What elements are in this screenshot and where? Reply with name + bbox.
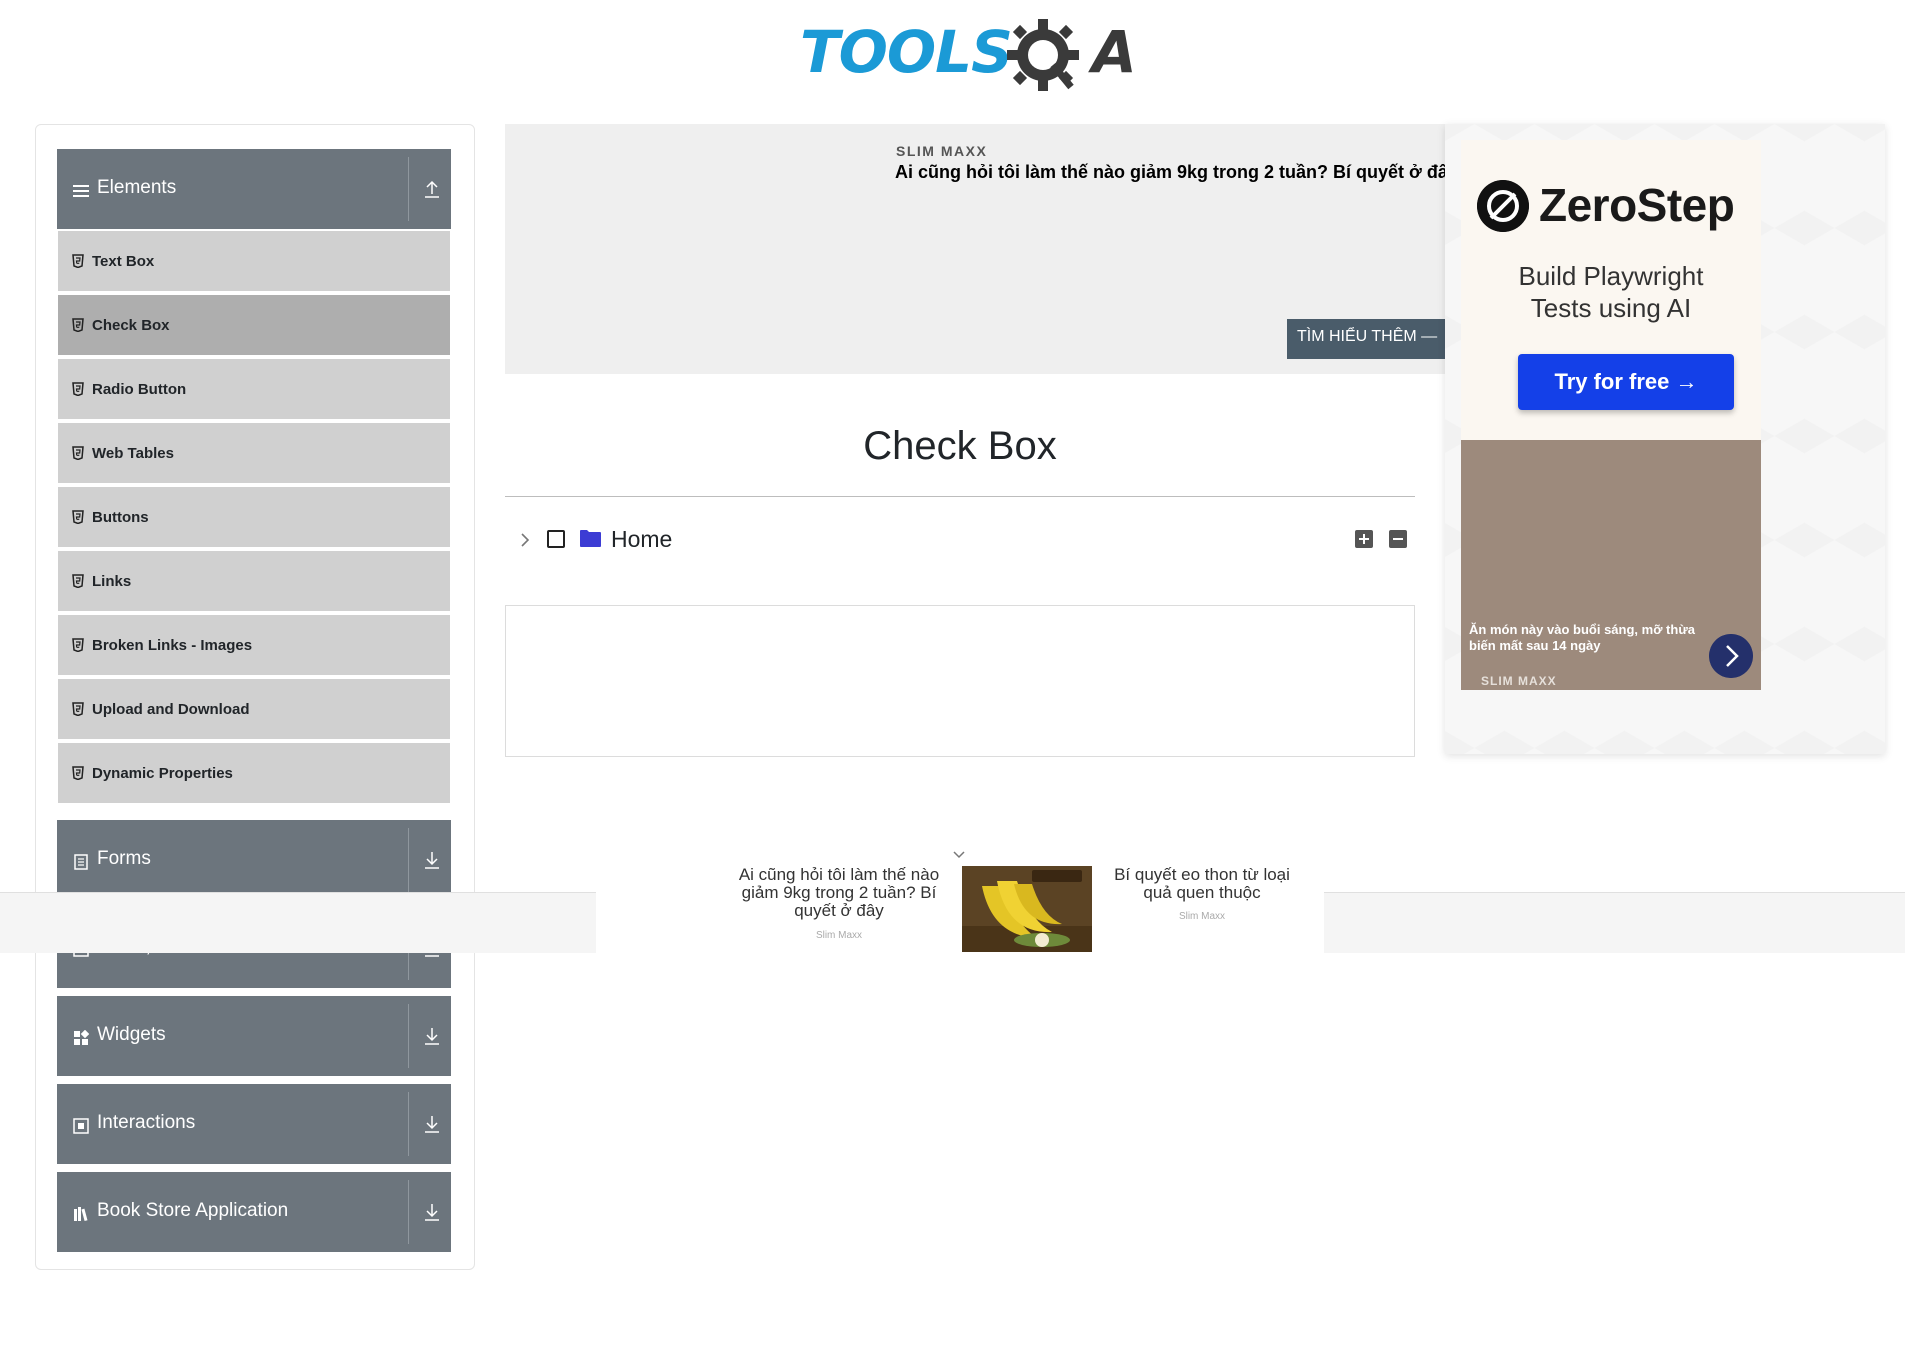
zerostep-subtitle-line1: Build Playwright (1518, 261, 1704, 291)
group-header-forms[interactable]: Forms (57, 820, 451, 900)
group-separator (408, 1092, 409, 1156)
ad-photo-panel[interactable]: Ăn món này vào buổi sáng, mỡ thừa biến m… (1461, 440, 1761, 690)
html5-icon (72, 638, 84, 652)
tree-node-label[interactable]: Home (611, 526, 672, 553)
books-icon (74, 1207, 88, 1222)
arrow-up-icon[interactable] (423, 179, 441, 199)
zerostep-card[interactable]: ZeroStep Build Playwright Tests using AI… (1461, 140, 1761, 440)
zerostep-name: ZeroStep (1539, 179, 1735, 231)
ad-cta-button[interactable]: TÌM HIỂU THÊM — (1287, 319, 1445, 359)
sidebar-item-label: Buttons (92, 509, 149, 526)
zerostep-logo-icon (1477, 180, 1529, 232)
sidebar-item-label: Dynamic Properties (92, 765, 233, 782)
group-separator (408, 828, 409, 892)
page-title: Check Box (863, 424, 1057, 468)
logo-text-a: A (1091, 18, 1137, 86)
arrow-down-icon[interactable] (423, 850, 441, 870)
result-box (505, 605, 1415, 757)
home-checkbox[interactable] (547, 530, 565, 548)
folder-icon (580, 530, 601, 547)
group-separator (408, 1004, 409, 1068)
right-ad[interactable]: ZeroStep Build Playwright Tests using AI… (1445, 124, 1885, 754)
bottom-ad-left-brand: Slim Maxx (815, 930, 863, 941)
html5-icon (72, 574, 84, 588)
html5-icon (72, 446, 84, 460)
widgets-icon (74, 1030, 89, 1045)
sidebar-item-dynamic-properties[interactable]: Dynamic Properties (58, 741, 450, 803)
sidebar-item-label: Text Box (92, 253, 155, 270)
sidebar-item-label: Web Tables (92, 445, 174, 462)
group-title-interactions: Interactions (97, 1112, 196, 1133)
sidebar-item-web-tables[interactable]: Web Tables (58, 421, 450, 483)
logo-text-tools: TOOLS (800, 18, 1013, 86)
html5-icon (72, 318, 84, 332)
group-header-widgets[interactable]: Widgets (57, 996, 451, 1076)
zerostep-subtitle: Build Playwright Tests using AI (1461, 260, 1761, 324)
bottom-ad-right-brand: Slim Maxx (1178, 911, 1226, 922)
sidebar-item-radio-button[interactable]: Radio Button (58, 357, 450, 419)
group-title-forms: Forms (97, 848, 151, 869)
chevron-down-icon[interactable] (949, 848, 969, 862)
group-header-interactions[interactable]: Interactions (57, 1084, 451, 1164)
gear-q-icon (1007, 19, 1079, 91)
hamburger-icon (73, 185, 89, 197)
collapse-all-icon[interactable] (1389, 530, 1407, 548)
arrow-down-icon[interactable] (423, 1202, 441, 1222)
left-panel: Elements Text Box Check Box Radio Button… (35, 124, 475, 1270)
toolsqa-logo[interactable]: TOOLS A (800, 12, 1137, 92)
ad-photo-text: Ăn món này vào buổi sáng, mỡ thừa biến m… (1469, 622, 1695, 653)
html5-icon (72, 702, 84, 716)
group-title-widgets: Widgets (97, 1024, 166, 1045)
expand-all-icon[interactable] (1355, 530, 1373, 548)
html5-icon (72, 254, 84, 268)
sidebar-item-buttons[interactable]: Buttons (58, 485, 450, 547)
title-divider (505, 496, 1415, 497)
sidebar-item-label: Links (92, 573, 132, 590)
bottom-ad-left-text[interactable]: Ai cũng hỏi tôi làm thế nào giảm 9kg tro… (720, 866, 958, 920)
group-title-elements: Elements (97, 177, 177, 198)
sidebar-item-upload-download[interactable]: Upload and Download (58, 677, 450, 739)
ad-headline[interactable]: Ai cũng hỏi tôi làm thế nào giảm 9kg tro… (895, 162, 1445, 183)
sidebar-item-broken-links[interactable]: Broken Links - Images (58, 613, 450, 675)
group-separator (408, 1180, 409, 1244)
group-title-book-store: Book Store Application (97, 1200, 289, 1221)
ad-brand: SLIM MAXX (896, 143, 988, 159)
ad-photo-brand: SLIM MAXX (1481, 674, 1557, 688)
header: TOOLS A (0, 0, 1905, 110)
sidebar-item-text-box[interactable]: Text Box (58, 229, 450, 291)
html5-icon (72, 766, 84, 780)
group-header-book-store[interactable]: Book Store Application (57, 1172, 451, 1252)
html5-icon (72, 510, 84, 524)
try-for-free-button[interactable]: Try for free → (1518, 354, 1734, 410)
tree-node-home: Home (505, 522, 1415, 562)
bottom-ad-right-text[interactable]: Bí quyết eo thon từ loại quả quen thuộc (1102, 866, 1302, 902)
html5-icon (72, 382, 84, 396)
sidebar-item-links[interactable]: Links (58, 549, 450, 611)
arrow-down-icon[interactable] (423, 1026, 441, 1046)
group-separator (408, 157, 409, 221)
top-ad-banner[interactable]: SLIM MAXX Ai cũng hỏi tôi làm thế nào gi… (505, 124, 1445, 374)
sidebar-item-label: Check Box (92, 317, 170, 334)
sidebar-item-label: Broken Links - Images (92, 637, 253, 654)
zerostep-subtitle-line2: Tests using AI (1530, 293, 1692, 323)
sidebar-item-check-box[interactable]: Check Box (58, 293, 450, 355)
bananas-image[interactable] (962, 866, 1092, 952)
interactions-icon (73, 1118, 89, 1134)
chevron-right-icon[interactable] (1709, 634, 1753, 678)
sidebar-item-label: Radio Button (92, 381, 187, 398)
arrow-down-icon[interactable] (423, 1114, 441, 1134)
sidebar-item-label: Upload and Download (92, 701, 250, 718)
group-header-elements[interactable]: Elements (57, 149, 451, 229)
chevron-right-icon[interactable] (515, 530, 535, 550)
form-icon (74, 854, 88, 870)
